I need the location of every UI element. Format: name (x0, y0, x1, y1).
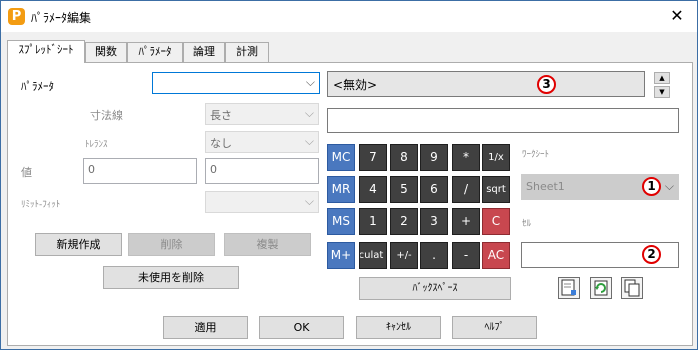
key-m-plus[interactable]: M+ (327, 242, 355, 269)
value-field-1[interactable]: 0 (83, 158, 197, 184)
tolerance-combo[interactable]: なし ⌵ (205, 131, 319, 153)
chevron-down-icon: ⌵ (304, 134, 314, 148)
key-5[interactable]: 5 (390, 176, 418, 203)
key-minus[interactable]: - (452, 242, 480, 269)
tab-spreadsheet[interactable]: ｽﾌﾟﾚｯﾄﾞｼｰﾄ (7, 40, 85, 63)
tab-logic[interactable]: 論理 (183, 42, 225, 62)
delete-button[interactable]: 削除 (128, 233, 215, 256)
key-mr[interactable]: MR (327, 176, 355, 203)
close-button[interactable]: ✕ (665, 5, 689, 27)
arrow-down-icon: ▼ (659, 88, 665, 96)
key-ms[interactable]: MS (327, 208, 355, 235)
key-clear[interactable]: C (482, 208, 510, 235)
value-field-2[interactable]: 0 (205, 158, 319, 184)
worksheet-label: ﾜｰｸｼｰﾄ (522, 150, 550, 160)
edit-document-button[interactable] (558, 277, 580, 299)
chevron-down-icon: ⌵ (304, 106, 314, 120)
key-decimal[interactable]: . (420, 242, 448, 269)
tab-functions[interactable]: 関数 (85, 42, 127, 62)
key-multiply[interactable]: * (452, 144, 480, 171)
key-4[interactable]: 4 (359, 176, 387, 203)
key-calculate[interactable]: Calculat (359, 242, 387, 269)
key-mc[interactable]: MC (327, 144, 355, 171)
chevron-down-icon: ⌵ (304, 194, 314, 208)
document-edit-icon (561, 279, 576, 296)
callout-3: 3 (537, 75, 556, 94)
tab-panel (7, 62, 693, 346)
tab-measure[interactable]: 計測 (225, 42, 269, 62)
parameter-label: ﾊﾟﾗﾒｰﾀ (21, 80, 54, 93)
ok-button[interactable]: OK (259, 316, 344, 339)
value-label: 値 (21, 166, 32, 179)
tab-parameters[interactable]: ﾊﾟﾗﾒｰﾀ (127, 42, 183, 62)
scroll-down-button[interactable]: ▼ (654, 86, 670, 98)
dimension-label: 寸法線 (90, 109, 123, 122)
key-divide[interactable]: / (452, 176, 480, 203)
arrow-up-icon: ▲ (659, 74, 665, 82)
scroll-up-button[interactable]: ▲ (654, 72, 670, 84)
limit-fit-label: ﾘﾐｯﾄ-ﾌｨｯﾄ (21, 200, 61, 210)
backspace-button[interactable]: ﾊﾞｯｸｽﾍﾟｰｽ (359, 277, 511, 300)
limit-fit-combo[interactable]: ⌵ (205, 191, 319, 213)
key-1[interactable]: 1 (359, 208, 387, 235)
worksheet-value: Sheet1 (526, 180, 565, 193)
sheet-refresh-icon (594, 280, 608, 296)
key-2[interactable]: 2 (390, 208, 418, 235)
key-8[interactable]: 8 (390, 144, 418, 171)
expression-display: <無効> (327, 71, 645, 97)
delete-unused-button[interactable]: 未使用を削除 (103, 266, 239, 289)
close-icon: ✕ (670, 6, 684, 25)
parameter-combo[interactable]: ⌵ (152, 72, 320, 94)
key-7[interactable]: 7 (359, 144, 387, 171)
new-button[interactable]: 新規作成 (35, 233, 122, 256)
key-sqrt[interactable]: sqrt (482, 176, 510, 203)
tolerance-value: なし (210, 137, 232, 150)
chevron-down-icon: ⌵ (664, 179, 674, 193)
copy-button[interactable] (621, 277, 643, 299)
key-negate[interactable]: +/- (390, 242, 418, 269)
dimension-combo[interactable]: 長さ ⌵ (205, 103, 319, 125)
title-bar: P ﾊﾟﾗﾒｰﾀ編集 ✕ (1, 1, 697, 32)
copy-icon (624, 279, 640, 297)
callout-1: 1 (642, 177, 661, 196)
key-plus[interactable]: + (452, 208, 480, 235)
window-title: ﾊﾟﾗﾒｰﾀ編集 (31, 11, 92, 25)
dialog-window: P ﾊﾟﾗﾒｰﾀ編集 ✕ ｽﾌﾟﾚｯﾄﾞｼｰﾄ 関数 ﾊﾟﾗﾒｰﾀ 論理 計測 … (0, 0, 698, 350)
apply-button[interactable]: 適用 (163, 316, 248, 339)
tolerance-label: ﾄﾚﾗﾝｽ (85, 140, 108, 150)
help-button[interactable]: ﾍﾙﾌﾟ (452, 316, 537, 339)
chevron-down-icon: ⌵ (305, 75, 315, 89)
key-reciprocal[interactable]: 1/x (482, 144, 510, 171)
key-all-clear[interactable]: AC (482, 242, 510, 269)
app-logo-icon: P (8, 8, 25, 25)
refresh-sheet-button[interactable] (590, 277, 612, 299)
expression-input[interactable] (327, 108, 679, 133)
dimension-value: 長さ (210, 109, 232, 122)
key-9[interactable]: 9 (420, 144, 448, 171)
duplicate-button[interactable]: 複製 (224, 233, 311, 256)
callout-2: 2 (642, 245, 661, 264)
cell-label: ｾﾙ (522, 219, 532, 229)
key-3[interactable]: 3 (420, 208, 448, 235)
key-6[interactable]: 6 (420, 176, 448, 203)
cancel-button[interactable]: ｷｬﾝｾﾙ (356, 316, 441, 339)
